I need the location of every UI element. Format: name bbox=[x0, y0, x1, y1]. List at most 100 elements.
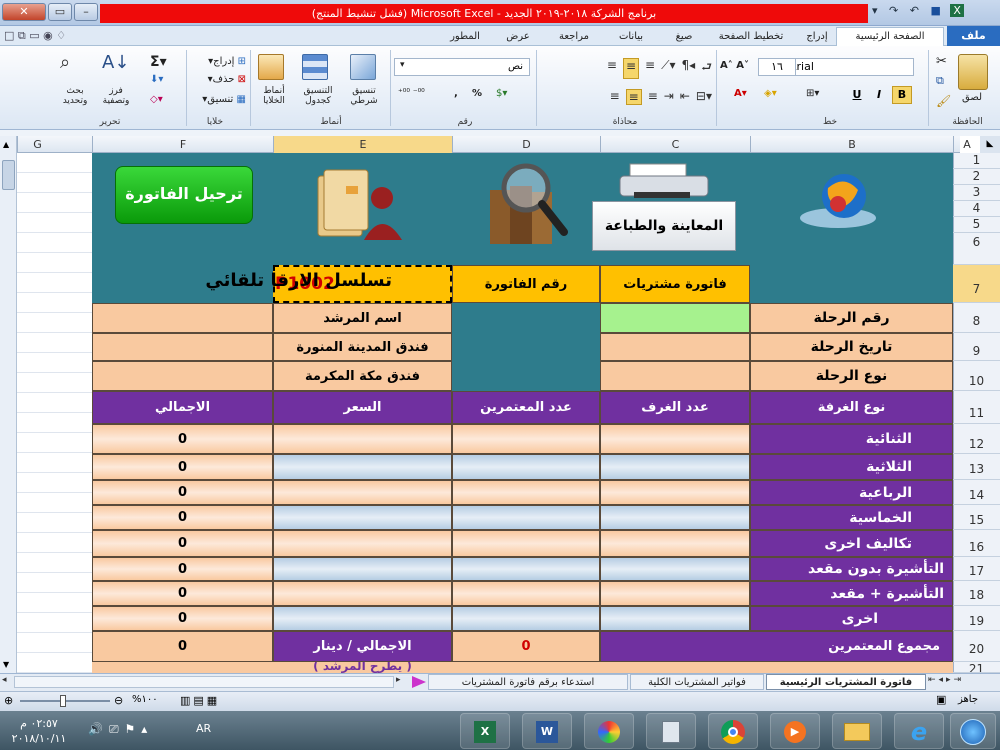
invoice-number-label-cell[interactable]: رقم الفاتورة bbox=[452, 265, 600, 303]
search-books-icon[interactable] bbox=[482, 160, 574, 248]
column-header-b[interactable]: B bbox=[750, 136, 953, 153]
undo-icon[interactable]: ↶ bbox=[910, 4, 919, 17]
makkah-hotel-label[interactable]: فندق مكة المكرمة bbox=[273, 361, 452, 391]
borders-icon[interactable]: ⊞▾ bbox=[806, 88, 819, 99]
column-header-f[interactable]: F bbox=[92, 136, 273, 153]
total-cell[interactable]: 0 bbox=[92, 581, 273, 606]
insert-cells-button[interactable]: ⊞ إدراج▾ bbox=[190, 56, 246, 67]
fill-color-icon[interactable]: ◈▾ bbox=[764, 88, 777, 99]
room-type-cell[interactable]: الثنائية bbox=[750, 424, 953, 454]
madinah-hotel-field[interactable] bbox=[92, 333, 273, 361]
cut-icon[interactable]: ✂ bbox=[936, 54, 947, 69]
printer-icon[interactable] bbox=[616, 162, 712, 202]
tray-icons[interactable]: 🔊⎚⚑▴ bbox=[88, 722, 153, 737]
rooms-count-cell[interactable] bbox=[600, 557, 750, 581]
column-header-d[interactable]: D bbox=[452, 136, 600, 153]
taskbar-excel-icon[interactable]: X bbox=[460, 713, 510, 749]
pilgrims-count-cell[interactable] bbox=[452, 424, 600, 454]
pilgrims-count-cell[interactable] bbox=[452, 581, 600, 606]
wrap-text-icon[interactable]: ⮐ bbox=[701, 58, 712, 79]
language-indicator[interactable]: AR bbox=[196, 722, 211, 735]
select-all-corner[interactable]: ◣ bbox=[980, 136, 1000, 153]
currency-icon[interactable]: $▾ bbox=[496, 88, 507, 99]
price-cell[interactable] bbox=[273, 581, 452, 606]
find-select-icon[interactable]: ⌕ bbox=[60, 52, 70, 73]
price-cell[interactable] bbox=[273, 454, 452, 480]
rooms-count-cell[interactable] bbox=[600, 581, 750, 606]
conditional-formatting-icon[interactable] bbox=[350, 54, 376, 80]
taskbar-explorer-icon[interactable] bbox=[832, 713, 882, 749]
clear-icon[interactable]: ◇▾ bbox=[150, 94, 163, 105]
horizontal-scroll-right-icon[interactable]: ▸ bbox=[396, 675, 401, 685]
row-header[interactable]: 19 bbox=[953, 606, 1000, 631]
decimal-increase-icon[interactable]: ⁺⁰⁰ ⁻⁰⁰ bbox=[398, 88, 425, 98]
scroll-up-icon[interactable]: ▲ bbox=[3, 140, 9, 149]
grand-total-value[interactable]: 0 bbox=[92, 631, 273, 662]
room-type-cell[interactable]: التأشيرة + مقعد bbox=[750, 581, 953, 606]
save-icon[interactable]: ■ bbox=[930, 4, 940, 17]
trip-type-label[interactable]: نوع الرحلة bbox=[750, 361, 953, 391]
preview-print-button[interactable]: المعاينة والطباعة bbox=[592, 201, 736, 251]
row-header[interactable]: 6 bbox=[953, 233, 1000, 265]
pilgrims-count-cell[interactable] bbox=[452, 454, 600, 480]
horizontal-scroll-left-icon[interactable]: ◂ bbox=[2, 675, 7, 685]
zoom-level[interactable]: %١٠٠ bbox=[132, 694, 158, 705]
italic-button[interactable]: I bbox=[870, 86, 888, 104]
guide-name-label[interactable]: اسم المرشد bbox=[273, 303, 452, 333]
trip-date-label[interactable]: تاريخ الرحلة bbox=[750, 333, 953, 361]
pilgrims-total-value[interactable]: 0 bbox=[452, 631, 600, 662]
row-header[interactable]: 1 bbox=[953, 153, 1000, 169]
trip-type-field[interactable] bbox=[600, 361, 750, 391]
rtl-direction-icon[interactable]: ¶◂ bbox=[682, 58, 696, 79]
total-cell[interactable]: 0 bbox=[92, 606, 273, 631]
total-cell[interactable]: 0 bbox=[92, 480, 273, 505]
pilgrims-count-cell[interactable] bbox=[452, 480, 600, 505]
cell-styles-button[interactable]: أنماط الخلايا bbox=[254, 86, 294, 106]
makkah-hotel-field[interactable] bbox=[92, 361, 273, 391]
tab-formulas[interactable]: صيغ bbox=[664, 28, 704, 46]
sheet-nav-arrows-icon[interactable]: ⇤◂▸⇥ bbox=[928, 675, 964, 685]
empty-cells-column-g[interactable] bbox=[17, 153, 92, 673]
row-header[interactable]: 5 bbox=[953, 217, 1000, 233]
pilgrims-count-cell[interactable] bbox=[452, 557, 600, 581]
row-header[interactable]: 10 bbox=[953, 361, 1000, 391]
column-header-g[interactable]: G bbox=[17, 136, 57, 153]
price-cell[interactable] bbox=[273, 530, 452, 557]
tab-review[interactable]: مراجعة bbox=[548, 28, 600, 46]
number-format-select[interactable]: نص bbox=[394, 58, 530, 76]
start-button[interactable] bbox=[950, 713, 996, 749]
merge-center-icon[interactable]: ⊟▾ bbox=[696, 89, 712, 105]
sort-filter-button[interactable]: فرز وتصفية bbox=[96, 86, 136, 106]
align-top-icon[interactable]: ≡ bbox=[607, 58, 617, 79]
paste-button[interactable]: لصق bbox=[962, 92, 982, 103]
align-middle-icon[interactable]: ≡ bbox=[622, 58, 640, 79]
row-header[interactable]: 12 bbox=[953, 424, 1000, 454]
macro-record-icon[interactable]: ▣ bbox=[936, 693, 946, 706]
horizontal-scrollbar[interactable] bbox=[14, 676, 394, 688]
align-center-icon[interactable]: ≡ bbox=[625, 89, 642, 105]
price-cell[interactable] bbox=[273, 505, 452, 530]
room-type-cell[interactable]: الخماسية bbox=[750, 505, 953, 530]
tab-file[interactable]: ملف bbox=[947, 26, 1000, 46]
pilgrims-count-cell[interactable] bbox=[452, 505, 600, 530]
sheet-tab-all-invoices[interactable]: فواتير المشتريات الكلية bbox=[630, 674, 764, 690]
row-header[interactable]: 8 bbox=[953, 303, 1000, 333]
conditional-formatting-button[interactable]: تنسيق شرطي bbox=[342, 86, 386, 106]
sheet-tab-recall-invoice[interactable]: استدعاء برقم فاتورة المشتريات bbox=[428, 674, 628, 690]
madinah-hotel-label[interactable]: فندق المدينة المنورة bbox=[273, 333, 452, 361]
row-header[interactable]: 17 bbox=[953, 557, 1000, 581]
trip-number-field[interactable] bbox=[600, 303, 750, 333]
price-cell[interactable] bbox=[273, 606, 452, 631]
trip-number-label[interactable]: رقم الرحلة bbox=[750, 303, 953, 333]
scroll-down-icon[interactable]: ▼ bbox=[3, 660, 9, 669]
total-cell[interactable]: 0 bbox=[92, 424, 273, 454]
total-cell[interactable]: 0 bbox=[92, 454, 273, 480]
alignment-tools[interactable]: ≡ ≡ ≡ ⟋▾ ¶◂ ⮐ ≡ ≡ ≡ ⇥ ⇤ ⊟▾ bbox=[540, 58, 712, 108]
total-cell[interactable]: 0 bbox=[92, 505, 273, 530]
format-painter-icon[interactable]: 🖌 bbox=[936, 94, 951, 108]
underline-button[interactable]: U bbox=[848, 86, 866, 104]
trip-date-field[interactable] bbox=[600, 333, 750, 361]
align-bottom-icon[interactable]: ≡ bbox=[645, 58, 655, 79]
customize-icon[interactable]: ▾ bbox=[872, 4, 878, 17]
room-type-cell[interactable]: تكاليف اخرى bbox=[750, 530, 953, 557]
